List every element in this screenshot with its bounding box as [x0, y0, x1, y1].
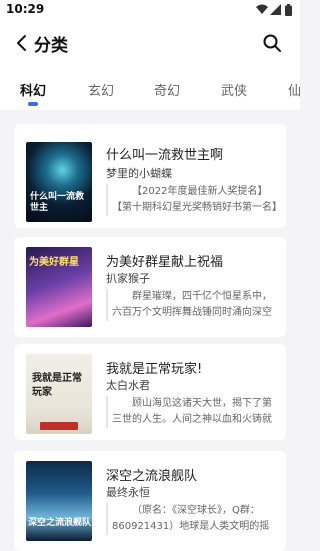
book-card[interactable]: 什么叫一流救世主 什么叫一流救世主啊 梦里的小蝴蝶 【2022年度最佳新人奖提名…	[14, 124, 286, 228]
cover-title-text: 什么叫一流救世主	[30, 192, 85, 213]
search-icon[interactable]	[262, 33, 282, 53]
header: 分类	[0, 20, 300, 66]
book-author: 太白水君	[106, 379, 150, 392]
page-title: 分类	[34, 36, 68, 56]
book-author: 最终永恒	[106, 486, 150, 499]
wifi-icon	[256, 4, 268, 14]
tab-qihuan[interactable]: 奇幻	[154, 80, 180, 99]
book-title: 什么叫一流救世主啊	[106, 148, 224, 163]
cover-title-text: 深空之流浪舰队	[28, 518, 92, 528]
book-cover: 为美好群星	[26, 247, 92, 327]
book-description: （原名：《深空球长》，Q群：860921431）地球是人类文明的摇篮	[106, 503, 278, 535]
book-author: 扒家猴子	[106, 272, 150, 285]
book-description: 群星璀璨，四千亿个恒星系中，六百万个文明挥舞战锤同时涌向深空	[106, 289, 278, 321]
book-card[interactable]: 深空之流浪舰队 深空之流浪舰队 最终永恒 （原名：《深空球长》，Q群：86092…	[14, 451, 286, 551]
book-author: 梦里的小蝴蝶	[106, 167, 172, 180]
book-description: 顾山海见这诸天大世，揭下了第三世的人生。人间之神以血和火铸就	[106, 396, 278, 428]
back-arrow-icon[interactable]	[12, 33, 32, 53]
cover-title-text: 为美好群星	[29, 257, 79, 268]
active-tab-indicator	[28, 102, 38, 106]
book-cover: 深空之流浪舰队	[26, 461, 92, 541]
cover-publisher-badge	[40, 422, 78, 430]
signal-icon	[270, 4, 281, 15]
status-time: 10:29	[6, 2, 45, 16]
book-title: 我就是正常玩家!	[106, 362, 203, 377]
cover-title-text: 我就是正常玩家	[32, 373, 82, 398]
book-title: 为美好群星献上祝福	[106, 255, 224, 270]
book-description: 【2022年度最佳新人奖提名】【第十期科幻星光奖畅销好书第一名】	[106, 184, 278, 216]
book-cover: 我就是正常玩家	[26, 354, 92, 434]
battery-icon	[285, 4, 292, 16]
tab-xianxia[interactable]: 仙	[288, 80, 300, 99]
book-card[interactable]: 我就是正常玩家 我就是正常玩家! 太白水君 顾山海见这诸天大世，揭下了第三世的人…	[14, 344, 286, 440]
category-tabs: 科幻 玄幻 奇幻 武侠 仙	[0, 66, 300, 110]
tab-wuxia[interactable]: 武侠	[221, 80, 247, 99]
book-card[interactable]: 为美好群星 为美好群星献上祝福 扒家猴子 群星璀璨，四千亿个恒星系中，六百万个文…	[14, 237, 286, 337]
tab-xuanhuan[interactable]: 玄幻	[88, 80, 114, 99]
tab-scifi[interactable]: 科幻	[20, 80, 46, 99]
status-bar: 10:29	[0, 0, 300, 20]
book-title: 深空之流浪舰队	[106, 469, 198, 484]
book-cover: 什么叫一流救世主	[26, 142, 92, 222]
